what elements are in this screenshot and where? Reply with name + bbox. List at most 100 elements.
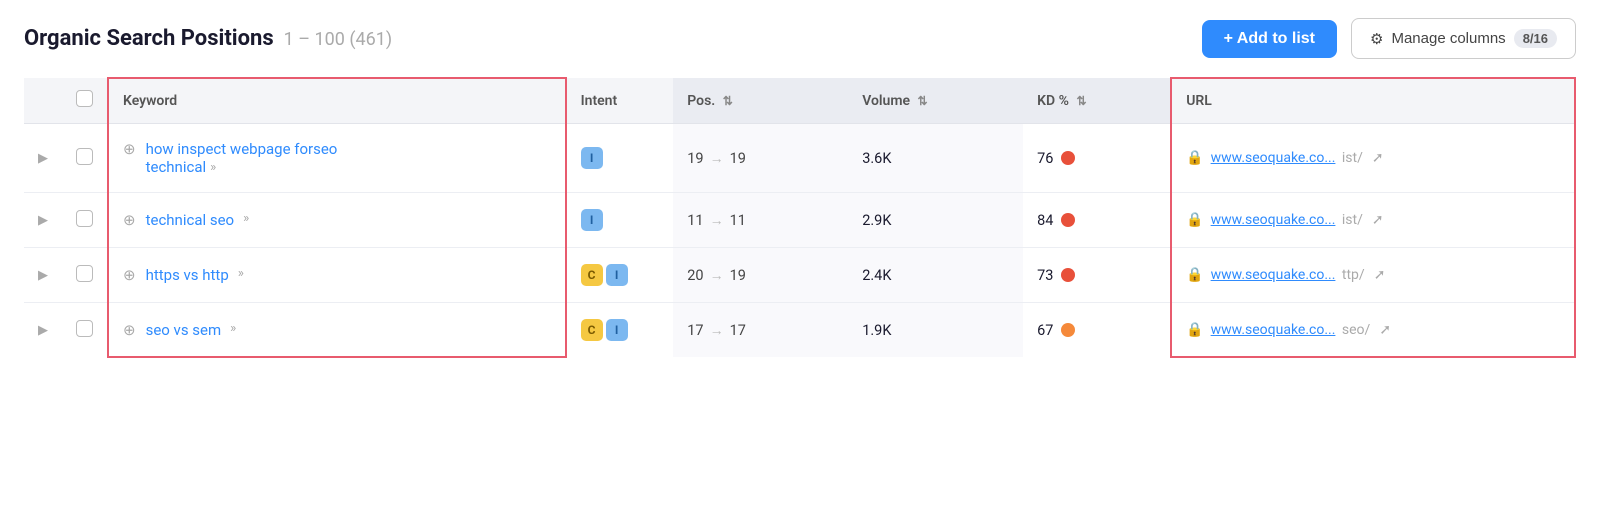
- intent-cell: I: [566, 124, 674, 193]
- pos-arrow-icon: →: [710, 150, 724, 167]
- row-checkbox[interactable]: [76, 320, 93, 337]
- volume-value: 1.9K: [862, 322, 891, 339]
- keyword-link[interactable]: how inspect webpage forseo: [146, 140, 338, 158]
- expand-button[interactable]: ▶: [38, 323, 48, 338]
- expand-button[interactable]: ▶: [38, 213, 48, 228]
- manage-columns-button[interactable]: ⚙ Manage columns 8/16: [1351, 18, 1576, 59]
- keyword-cell: ⊕ https vs http »: [108, 248, 566, 303]
- pos-values: 19 → 19: [687, 150, 834, 167]
- th-pos[interactable]: Pos. ⇅: [673, 78, 848, 124]
- keyword-link[interactable]: seo vs sem: [146, 321, 222, 339]
- external-link-icon[interactable]: ➚: [1372, 150, 1384, 166]
- kd-value: 67: [1037, 322, 1053, 339]
- row-checkbox[interactable]: [76, 210, 93, 227]
- pos-arrow-icon: →: [710, 322, 724, 339]
- table-header-row: Keyword Intent Pos. ⇅ Volume ⇅ KD % ⇅: [24, 78, 1575, 124]
- row-checkbox[interactable]: [76, 265, 93, 282]
- pos-to: 17: [730, 322, 746, 339]
- kd-filter-icon: ⇅: [1076, 94, 1086, 108]
- keyword-inner: ⊕ how inspect webpage forseo technical »: [123, 140, 551, 176]
- th-check: [62, 78, 108, 124]
- kd-dot: [1061, 323, 1075, 337]
- keyword-link-continued[interactable]: technical: [146, 158, 207, 176]
- lock-icon: 🔒: [1186, 150, 1203, 166]
- th-url: URL: [1171, 78, 1575, 124]
- table-body: ▶ ⊕ how inspect webpage forseo technical…: [24, 124, 1575, 358]
- keyword-link[interactable]: https vs http: [146, 266, 229, 284]
- th-keyword-label: Keyword: [123, 93, 177, 109]
- kd-value: 76: [1037, 150, 1053, 167]
- pos-arrow-icon: →: [710, 267, 724, 284]
- keyword-add-icon: ⊕: [123, 140, 136, 158]
- kd-value: 73: [1037, 267, 1053, 284]
- pos-cell: 20 → 19: [673, 248, 848, 303]
- header-checkbox[interactable]: [76, 90, 93, 107]
- manage-columns-label: Manage columns: [1391, 30, 1505, 47]
- kd-values: 84: [1037, 212, 1156, 229]
- expand-cell: ▶: [24, 124, 62, 193]
- pos-values: 20 → 19: [687, 267, 834, 284]
- url-path: seo/: [1338, 322, 1370, 338]
- th-volume-label: Volume: [862, 93, 910, 109]
- url-link[interactable]: www.seoquake.co...: [1211, 267, 1336, 283]
- page-wrapper: Organic Search Positions 1 – 100 (461) +…: [0, 0, 1600, 521]
- external-link-icon[interactable]: ➚: [1379, 322, 1391, 338]
- volume-cell: 1.9K: [848, 303, 1023, 358]
- th-pos-label: Pos.: [687, 93, 715, 109]
- th-keyword: Keyword: [108, 78, 566, 124]
- volume-cell: 2.9K: [848, 193, 1023, 248]
- url-link[interactable]: www.seoquake.co...: [1211, 322, 1336, 338]
- expand-cell: ▶: [24, 303, 62, 358]
- lock-icon: 🔒: [1186, 212, 1203, 228]
- th-intent-label: Intent: [581, 93, 618, 109]
- volume-cell: 3.6K: [848, 124, 1023, 193]
- check-cell: [62, 124, 108, 193]
- header-title: Organic Search Positions 1 – 100 (461): [24, 26, 392, 51]
- gear-icon: ⚙: [1370, 30, 1383, 48]
- url-link[interactable]: www.seoquake.co...: [1211, 212, 1336, 228]
- pos-to: 19: [730, 150, 746, 167]
- volume-value: 2.9K: [862, 212, 891, 229]
- keyword-cell: ⊕ technical seo »: [108, 193, 566, 248]
- th-kd[interactable]: KD % ⇅: [1023, 78, 1171, 124]
- table-row: ▶ ⊕ seo vs sem » CI 17 → 17 1.9K 67 🔒 ww…: [24, 303, 1575, 358]
- th-url-label: URL: [1186, 93, 1212, 109]
- pos-from: 11: [687, 212, 703, 229]
- add-to-list-button[interactable]: + Add to list: [1202, 20, 1337, 58]
- url-path: ttp/: [1338, 267, 1364, 283]
- kd-cell: 84: [1023, 193, 1171, 248]
- keyword-text-block: how inspect webpage forseo technical »: [146, 140, 338, 176]
- keyword-inner: ⊕ technical seo »: [123, 211, 551, 229]
- pos-from: 20: [687, 267, 703, 284]
- volume-cell: 2.4K: [848, 248, 1023, 303]
- url-link[interactable]: www.seoquake.co...: [1211, 150, 1336, 166]
- keyword-add-icon: ⊕: [123, 321, 136, 339]
- header: Organic Search Positions 1 – 100 (461) +…: [24, 18, 1576, 59]
- kd-dot: [1061, 213, 1075, 227]
- th-volume[interactable]: Volume ⇅: [848, 78, 1023, 124]
- table-row: ▶ ⊕ technical seo » I 11 → 11 2.9K 84 🔒 …: [24, 193, 1575, 248]
- volume-value: 3.6K: [862, 150, 891, 167]
- table-row: ▶ ⊕ how inspect webpage forseo technical…: [24, 124, 1575, 193]
- keyword-chevron: »: [243, 211, 249, 226]
- keyword-link[interactable]: technical seo: [146, 211, 235, 229]
- pos-to: 11: [730, 212, 746, 229]
- page-range: 1 – 100 (461): [284, 29, 392, 50]
- keyword-line1: how inspect webpage forseo: [146, 140, 338, 158]
- volume-value: 2.4K: [862, 267, 891, 284]
- external-link-icon[interactable]: ➚: [1372, 212, 1384, 228]
- kd-cell: 76: [1023, 124, 1171, 193]
- external-link-icon[interactable]: ➚: [1374, 267, 1386, 283]
- row-checkbox[interactable]: [76, 148, 93, 165]
- url-content: 🔒 www.seoquake.co... ist/ ➚: [1186, 150, 1560, 166]
- table-row: ▶ ⊕ https vs http » CI 20 → 19 2.4K 73 🔒…: [24, 248, 1575, 303]
- keyword-chevron: »: [210, 160, 216, 175]
- expand-button[interactable]: ▶: [38, 151, 48, 166]
- intent-badge-i: I: [581, 209, 603, 231]
- url-content: 🔒 www.seoquake.co... ttp/ ➚: [1186, 267, 1560, 283]
- kd-cell: 73: [1023, 248, 1171, 303]
- check-cell: [62, 248, 108, 303]
- expand-button[interactable]: ▶: [38, 268, 48, 283]
- th-kd-label: KD %: [1037, 93, 1069, 109]
- keyword-add-icon: ⊕: [123, 266, 136, 284]
